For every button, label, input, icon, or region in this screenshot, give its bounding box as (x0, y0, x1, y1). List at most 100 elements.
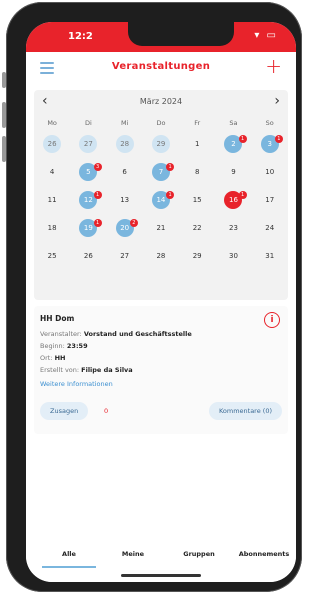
weekday-label: Fr (194, 119, 201, 127)
day-number: 18 (47, 224, 57, 232)
calendar-month: März 2024 (139, 97, 183, 106)
calendar-day[interactable]: 13 (107, 191, 143, 209)
calendar-day[interactable]: 4 (34, 163, 70, 181)
calendar-day[interactable]: 29 (179, 247, 215, 265)
tab-groups[interactable]: Gruppen (172, 550, 226, 558)
notch (128, 22, 234, 46)
tab-subscriptions[interactable]: Abonnements (232, 550, 296, 558)
calendar-day[interactable]: 20 2 (107, 219, 143, 237)
calendar-day[interactable]: 30 (215, 247, 251, 265)
calendar-day[interactable]: 31 (252, 135, 288, 153)
status-icons: ▾ ▭ (254, 30, 278, 41)
calendar-day[interactable]: 28 (107, 135, 143, 153)
calendar-week: 18 19 1 20 2 21 22 23 24 (34, 214, 288, 242)
calendar-week: 4 5 3 6 7 1 8 9 10 (34, 158, 288, 186)
screen: 12:2 ▾ ▭ Veranstaltungen + ‹ März 2024 ›… (26, 22, 296, 582)
calendar-day[interactable]: 26 (34, 135, 70, 153)
weekday-label: Sa (229, 119, 238, 127)
calendar-day[interactable]: 6 (107, 163, 143, 181)
day-number: 27 (120, 252, 130, 260)
accept-button[interactable]: Zusagen (40, 402, 89, 420)
event-start: Beginn: 23:59 (40, 342, 88, 350)
day-number: 28 (115, 135, 134, 153)
calendar-day[interactable]: 8 (179, 163, 215, 181)
calendar-day[interactable]: 11 (34, 191, 70, 209)
calendar-day[interactable]: 9 (215, 163, 251, 181)
calendar-day[interactable]: 28 (143, 247, 179, 265)
day-number: 10 (265, 168, 275, 176)
calendar-nav: ‹ März 2024 › (34, 90, 288, 114)
calendar-day[interactable]: 23 (215, 219, 251, 237)
weekday-label: Di (84, 119, 92, 127)
calendar-day[interactable]: 14 1 (143, 191, 179, 209)
more-info-link[interactable]: Weitere Informationen (40, 380, 113, 388)
day-number: 25 (47, 252, 57, 260)
event-count-badge: 1 (238, 191, 247, 199)
chevron-right-icon[interactable]: › (274, 93, 280, 109)
calendar-day[interactable]: 27 (70, 135, 106, 153)
calendar-day[interactable]: 22 (179, 219, 215, 237)
event-count-badge: 1 (238, 135, 247, 143)
status-bar: 12:2 ▾ ▭ (26, 22, 296, 52)
day-number: 21 (156, 224, 166, 232)
tab-mine[interactable]: Meine (106, 550, 160, 558)
calendar-week: 11 12 1 13 14 1 15 16 1 17 (34, 186, 288, 214)
calendar-day[interactable]: 21 (215, 135, 251, 153)
comments-button[interactable]: Kommentare (0) (208, 402, 282, 420)
day-number: 26 (83, 252, 93, 260)
calendar-day[interactable]: 19 1 (70, 219, 106, 237)
day-number: 28 (156, 252, 166, 260)
calendar-day[interactable]: 10 (252, 163, 288, 181)
event-card[interactable]: HH Dom i Veranstalter: Vorstand und Gesc… (34, 306, 288, 434)
calendar-day[interactable]: 24 (252, 219, 288, 237)
weekday-label: Do (156, 119, 166, 127)
event-creator: Erstellt von: Filipe da Silva (40, 366, 133, 374)
calendar-day[interactable]: 31 (252, 247, 288, 265)
app-bar: Veranstaltungen + (26, 52, 296, 84)
event-place: Ort: HH (40, 354, 66, 362)
day-number: 8 (194, 168, 200, 176)
calendar-day[interactable]: 29 (143, 135, 179, 153)
day-number: 26 (43, 135, 62, 153)
calendar-day[interactable]: 15 (179, 191, 215, 209)
calendar-day[interactable]: 27 (107, 247, 143, 265)
calendar-day[interactable]: 1 (179, 135, 215, 153)
event-title: HH Dom (40, 314, 75, 323)
weekday-label: Mo (47, 119, 57, 127)
event-count-badge: 2 (129, 219, 138, 227)
calendar-day[interactable]: 71 (143, 163, 179, 181)
calendar-day[interactable]: 25 (34, 247, 70, 265)
event-count-badge: 1 (166, 163, 175, 171)
event-count-badge: 1 (274, 135, 283, 143)
calendar-day[interactable]: 16 1 (215, 191, 251, 209)
event-count-badge: 1 (93, 219, 102, 227)
silent-switch (2, 72, 6, 88)
calendar-grid: Mo Di Mi Do Fr Sa So 26 27 28 29 1 2 1 3 1 4 5 3 6 7 1 8 9 10 11 1… (34, 116, 288, 270)
weekday-label: So (265, 119, 274, 127)
phone-frame: 12:2 ▾ ▭ Veranstaltungen + ‹ März 2024 ›… (2, 2, 302, 592)
add-icon[interactable]: + (265, 56, 282, 76)
tab-all[interactable]: Alle (42, 550, 96, 558)
day-number: 29 (192, 252, 202, 260)
calendar-day[interactable]: 17 (252, 191, 288, 209)
volume-down-button (2, 136, 6, 162)
day-number: 9 (231, 168, 236, 176)
weekday-label: Mi (120, 119, 129, 127)
calendar-day[interactable]: 12 1 (70, 191, 106, 209)
day-number: 17 (265, 196, 275, 204)
day-number: 24 (265, 224, 275, 232)
calendar-day[interactable]: 26 (70, 247, 106, 265)
calendar: ‹ März 2024 › Mo Di Mi Do Fr Sa So 26 27 28 29 1 2 1 3… (34, 90, 288, 300)
calendar-day[interactable]: 53 (70, 163, 106, 181)
accept-count: 0 (104, 407, 109, 415)
day-number: 29 (151, 135, 170, 153)
day-number: 1 (194, 140, 200, 148)
day-number: 23 (228, 224, 238, 232)
day-number: 13 (120, 196, 130, 204)
event-count-badge: 3 (93, 163, 102, 171)
day-number: 15 (192, 196, 202, 204)
calendar-day[interactable]: 18 (34, 219, 70, 237)
info-icon[interactable]: i (264, 312, 280, 328)
calendar-day[interactable]: 21 (143, 219, 179, 237)
volume-up-button (2, 102, 6, 128)
